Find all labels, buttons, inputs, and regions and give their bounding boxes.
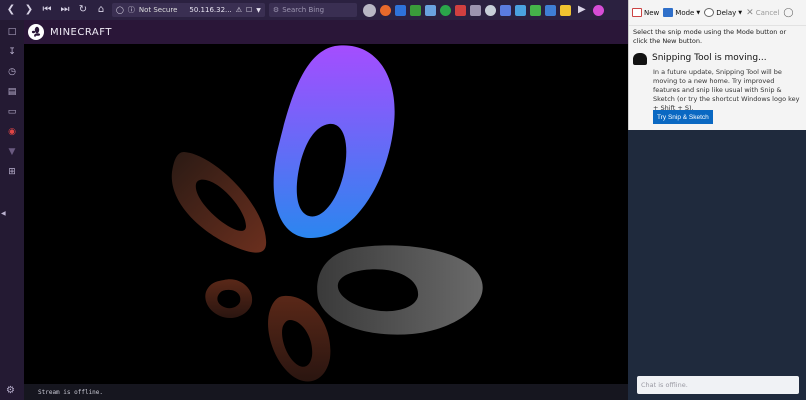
- notice-body: In a future update, Snipping Tool will b…: [653, 68, 800, 112]
- extension-icon[interactable]: [514, 4, 526, 16]
- browser-sidebar: □ ↧ ◷ ▤ ▭ ◉ ▼ ⊞ ◀ ⚙: [0, 20, 24, 400]
- shield-icon: ◯: [116, 6, 124, 14]
- notes-icon[interactable]: ▤: [6, 86, 18, 98]
- close-icon: ✕: [746, 7, 754, 18]
- extension-icon[interactable]: [409, 4, 421, 16]
- site-header: MINECRAFT: [24, 20, 628, 44]
- options-button[interactable]: ◯: [783, 8, 793, 18]
- history-icon[interactable]: ◷: [6, 66, 18, 78]
- forward-icon[interactable]: ❯: [22, 3, 36, 17]
- cancel-button[interactable]: ✕ Cancel: [746, 8, 779, 18]
- video-player[interactable]: [24, 44, 628, 384]
- warning-icon[interactable]: ⚠: [236, 6, 242, 14]
- chat-input[interactable]: Chat is offline.: [637, 376, 799, 394]
- mode-icon: [663, 8, 674, 17]
- logo-petal-small: [205, 279, 253, 319]
- logo-icon: [31, 26, 41, 37]
- options-icon: ◯: [783, 7, 794, 18]
- home-icon[interactable]: ⌂: [94, 3, 108, 17]
- browser-toolbar: ❮ ❯ ⏮ ⏭ ↻ ⌂ ◯ ⓘ Not Secure 50.116.32... …: [0, 0, 628, 20]
- back-icon[interactable]: ❮: [4, 3, 18, 17]
- reload-icon[interactable]: ↻: [76, 3, 90, 17]
- bookmark-icon[interactable]: □: [6, 26, 18, 38]
- tabs-icon[interactable]: ▭: [6, 106, 18, 118]
- site-brand[interactable]: MINECRAFT: [50, 27, 112, 38]
- bookmark-page-icon[interactable]: ☐: [246, 6, 252, 14]
- extension-icon[interactable]: [394, 4, 406, 16]
- snipping-toolbar: New Mode ▼ Delay ▼ ✕ Cancel ◯: [629, 0, 806, 26]
- settings-icon[interactable]: ⚙: [6, 385, 15, 396]
- add-panel-icon[interactable]: ⊞: [6, 166, 18, 178]
- download-icon[interactable]: ↧: [6, 46, 18, 58]
- extensions: ▶: [362, 3, 604, 17]
- dropdown-icon[interactable]: ▼: [256, 7, 261, 14]
- extension-icon[interactable]: [424, 4, 436, 16]
- address-bar[interactable]: ◯ ⓘ Not Secure 50.116.32... ⚠ ☐ ▼: [112, 3, 265, 17]
- search-input[interactable]: Search Bing: [282, 6, 324, 14]
- try-snip-sketch-button[interactable]: Try Snip & Sketch: [653, 110, 713, 124]
- stream-status-bar: Stream is offline.: [24, 384, 628, 400]
- rewind-icon[interactable]: ⏮: [40, 3, 54, 17]
- extension-icon[interactable]: [529, 4, 541, 16]
- panel-resize-handle[interactable]: ◀: [1, 210, 6, 217]
- search-engine-icon: ⚙: [272, 6, 280, 14]
- extension-icon[interactable]: [544, 4, 556, 16]
- snip-hint: Select the snip mode using the Mode butt…: [633, 28, 787, 45]
- delay-button[interactable]: Delay ▼: [704, 8, 742, 17]
- fast-forward-icon[interactable]: ⏭: [58, 3, 72, 17]
- url-text[interactable]: 50.116.32...: [189, 6, 231, 14]
- clock-icon: [704, 8, 715, 17]
- wifi-icon[interactable]: ▼: [6, 146, 18, 158]
- extension-icon[interactable]: [592, 4, 604, 16]
- extension-icon[interactable]: [379, 4, 391, 16]
- extension-icon[interactable]: [559, 4, 571, 16]
- search-box[interactable]: ⚙ Search Bing: [268, 3, 357, 17]
- chevron-down-icon: ▼: [738, 9, 743, 16]
- extension-icon[interactable]: [469, 4, 481, 16]
- extension-icon[interactable]: [439, 4, 451, 16]
- snipping-tool-window: New Mode ▼ Delay ▼ ✕ Cancel ◯ Select the…: [628, 0, 806, 130]
- notice-title: Snipping Tool is moving...: [652, 53, 767, 63]
- extension-icon[interactable]: [454, 4, 466, 16]
- logo-petal-right: [317, 245, 483, 335]
- snip-notice: Snipping Tool is moving...: [629, 48, 806, 65]
- mode-button[interactable]: Mode ▼: [663, 8, 700, 17]
- new-snip-button[interactable]: New: [632, 8, 659, 17]
- info-icon: ⓘ: [127, 6, 135, 14]
- logo-petal-left: [171, 152, 267, 253]
- chat-panel: New Mode ▼ Delay ▼ ✕ Cancel ◯ Select the…: [628, 0, 806, 400]
- vivaldi-icon[interactable]: ◉: [6, 126, 18, 138]
- play-icon[interactable]: ▶: [575, 3, 589, 17]
- security-label: Not Secure: [138, 6, 178, 14]
- logo-petal-main: [273, 45, 395, 239]
- logo-petal-bottom: [268, 295, 331, 382]
- extension-icon[interactable]: [484, 4, 496, 16]
- extension-icon[interactable]: [362, 3, 376, 17]
- snip-sketch-icon: [633, 53, 647, 65]
- offline-logo-graphic: [171, 45, 483, 382]
- scissors-icon: [632, 8, 642, 17]
- chevron-down-icon: ▼: [696, 9, 701, 16]
- extension-icon[interactable]: [499, 4, 511, 16]
- stream-status: Stream is offline.: [38, 388, 104, 396]
- site-logo[interactable]: [28, 24, 44, 40]
